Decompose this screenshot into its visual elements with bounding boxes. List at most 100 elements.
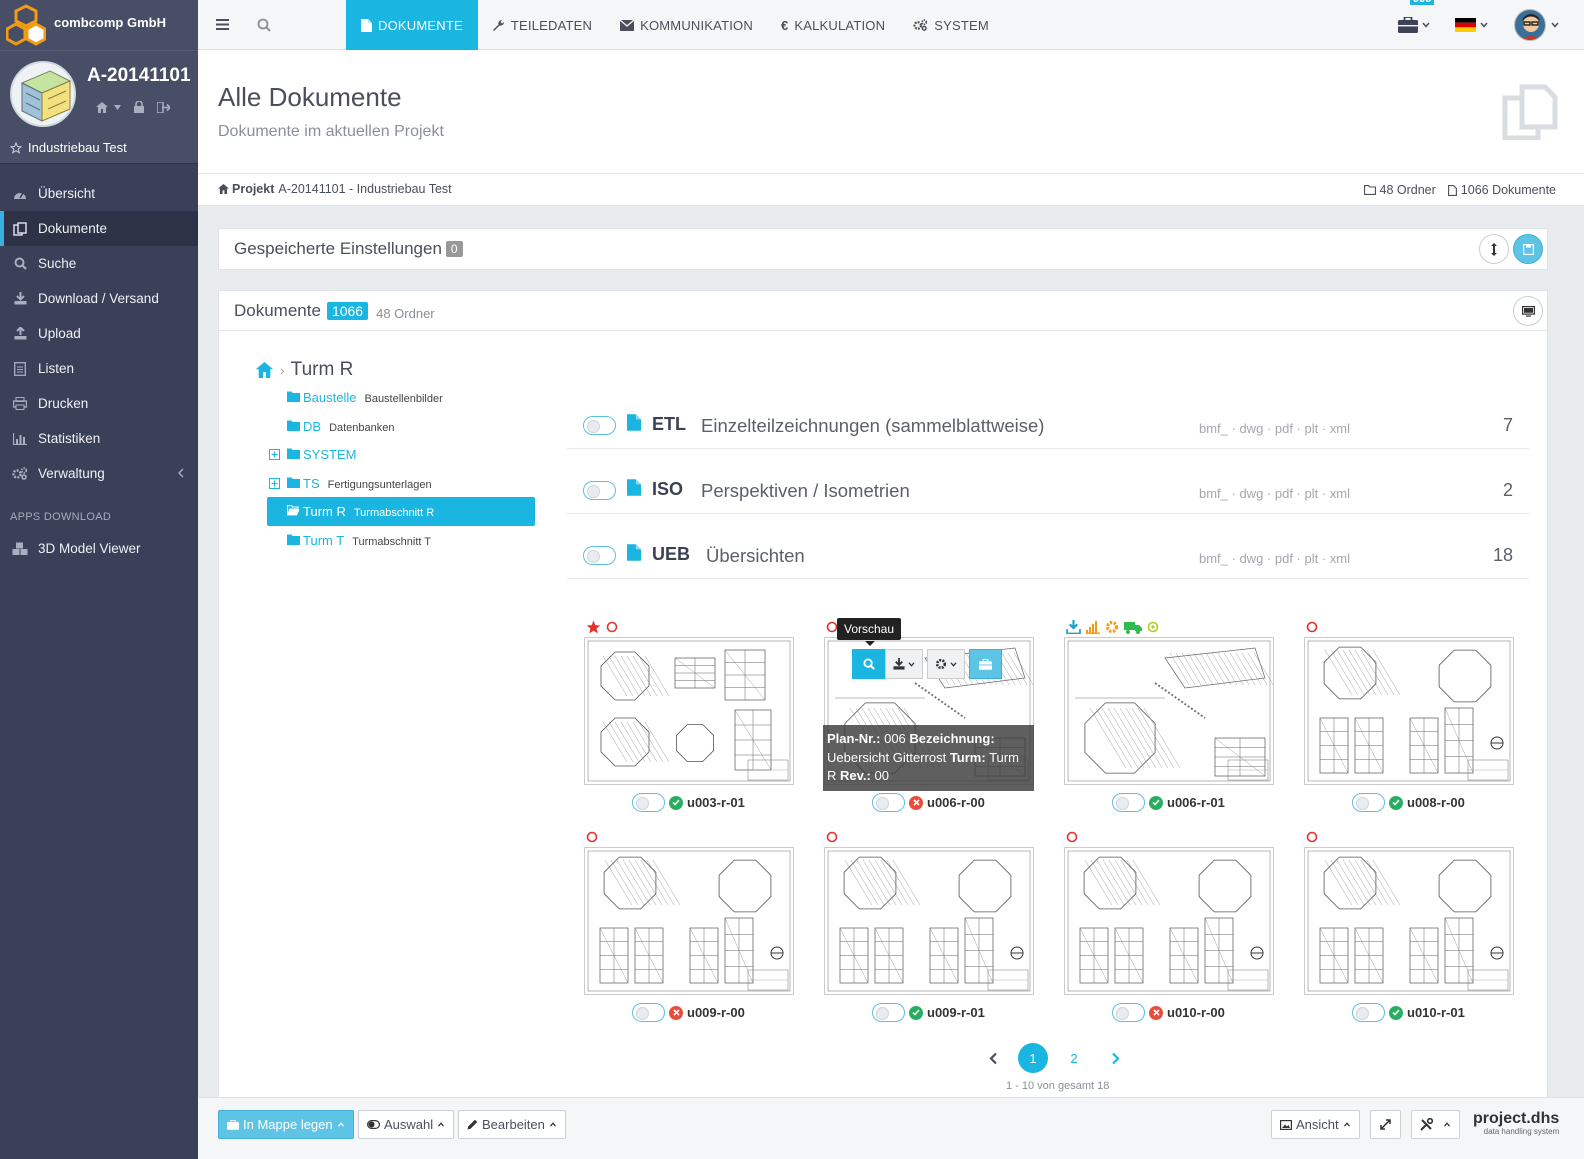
page-1-button[interactable]: 1 [1018,1043,1048,1073]
tab-dokumente[interactable]: DOKUMENTE [346,0,478,50]
sidebar-item-drucken[interactable]: Drucken [0,386,198,421]
sign-out-icon[interactable] [157,101,170,113]
sidebar-item-upload[interactable]: Upload [0,316,198,351]
favorite-star-icon[interactable] [586,620,601,634]
status-circle-icon[interactable] [1306,621,1318,633]
sidebar-item-verwaltung[interactable]: Verwaltung [0,456,198,491]
star-outline-icon[interactable] [10,141,22,154]
card-thumbnail[interactable] [1064,847,1274,995]
save-settings-button[interactable] [1513,234,1543,264]
gear-icon[interactable] [1105,620,1119,634]
user-menu[interactable] [1514,0,1559,50]
sidebar-item-3d-model-viewer[interactable]: 3D Model Viewer [0,531,198,566]
view-button[interactable]: Ansicht [1271,1110,1360,1139]
download-icon[interactable] [1066,620,1081,634]
chevron-left-icon[interactable] [989,1052,998,1065]
tools-button[interactable] [1411,1110,1460,1139]
stack-icon[interactable] [1086,620,1100,634]
sidebar-item-statistiken[interactable]: Statistiken [0,421,198,456]
group-toggle[interactable] [583,481,616,500]
tree-node[interactable]: SYSTEM [267,440,535,469]
doc-group-ueb[interactable]: UEB Übersichten bmf_ · dwg · pdf · plt ·… [567,523,1529,579]
tree-node[interactable]: TS Fertigungsunterlagen [267,469,535,498]
card-name[interactable]: u006-r-01 [1167,795,1225,810]
display-mode-button[interactable] [1513,296,1543,326]
card-thumbnail[interactable] [1304,637,1514,785]
sidebar-item-download[interactable]: Download / Versand [0,281,198,316]
card-select-toggle[interactable] [872,1003,905,1022]
status-circle-icon[interactable] [1066,831,1078,843]
status-circle-icon[interactable] [606,621,618,633]
document-card[interactable]: u009-r-01 [824,829,1034,1024]
sidebar-item-suche[interactable]: Suche [0,246,198,281]
home-icon[interactable] [218,184,229,194]
card-name[interactable]: u010-r-00 [1167,1005,1225,1020]
card-thumbnail[interactable] [824,847,1034,995]
doc-group-iso[interactable]: ISO Perspektiven / Isometrien bmf_ · dwg… [567,458,1529,514]
settings-menu-button[interactable] [927,649,965,679]
card-name[interactable]: u008-r-00 [1407,795,1465,810]
card-name[interactable]: u003-r-01 [687,795,745,810]
document-card[interactable]: u008-r-00 [1304,619,1514,814]
document-card[interactable]: u009-r-00 [584,829,794,1024]
group-toggle[interactable] [583,546,616,565]
status-circle-icon[interactable] [586,831,598,843]
project-name-bar[interactable]: Industriebau Test [0,132,198,164]
card-thumbnail[interactable] [1064,637,1274,785]
expand-plus-icon[interactable] [269,449,280,460]
tree-node[interactable]: Baustelle Baustellenbilder [267,383,535,412]
expand-plus-icon[interactable] [269,477,280,489]
card-name[interactable]: u010-r-01 [1407,1005,1465,1020]
sidebar-item-dokumente[interactable]: Dokumente [0,211,198,246]
target-icon[interactable] [1147,621,1159,633]
doc-group-etl[interactable]: ETL Einzelteilzeichnungen (sammelblattwe… [567,393,1529,449]
menu-toggle-icon[interactable] [216,19,229,30]
language-menu[interactable] [1455,0,1488,50]
edit-button[interactable]: Bearbeiten [458,1110,566,1139]
document-card[interactable]: u010-r-00 [1064,829,1274,1024]
tab-kommunikation[interactable]: KOMMUNIKATION [606,0,767,50]
card-select-toggle[interactable] [632,1003,665,1022]
card-select-toggle[interactable] [1112,1003,1145,1022]
sort-button[interactable] [1479,234,1509,264]
card-select-toggle[interactable] [632,793,665,812]
chevron-right-icon[interactable] [1111,1052,1120,1065]
tab-teiledaten[interactable]: TEILEDATEN [478,0,606,50]
status-circle-icon[interactable] [1306,831,1318,843]
status-circle-icon[interactable] [826,831,838,843]
card-select-toggle[interactable] [1112,793,1145,812]
caret-down-icon[interactable] [114,104,121,110]
card-name[interactable]: u009-r-00 [687,1005,745,1020]
card-thumbnail[interactable] [584,637,794,785]
card-thumbnail[interactable] [584,847,794,995]
add-to-briefcase-button[interactable] [969,649,1002,679]
document-card[interactable]: u003-r-01 [584,619,794,814]
card-select-toggle[interactable] [1352,1003,1385,1022]
preview-button[interactable] [852,649,885,679]
download-menu-button[interactable] [885,649,923,679]
briefcase-menu[interactable]: 995 [1398,0,1435,50]
tree-node[interactable]: Turm T Turmabschnitt T [267,526,535,555]
tab-system[interactable]: SYSTEM [899,0,1003,50]
document-card[interactable]: u010-r-01 [1304,829,1514,1024]
card-name[interactable]: u006-r-00 [927,795,985,810]
sidebar-item-listen[interactable]: Listen [0,351,198,386]
tree-node[interactable]: DB Datenbanken [267,412,535,441]
card-name[interactable]: u009-r-01 [927,1005,985,1020]
breadcrumb-label[interactable]: Projekt [232,182,274,196]
chevron-left-icon[interactable] [178,468,184,478]
page-2-button[interactable]: 2 [1059,1043,1089,1073]
document-card[interactable]: u006-r-01 [1064,619,1274,814]
add-to-folder-button[interactable]: In Mappe legen [218,1110,354,1139]
fullscreen-button[interactable] [1370,1110,1401,1139]
group-toggle[interactable] [583,416,616,435]
lock-icon[interactable] [134,101,144,113]
card-select-toggle[interactable] [872,793,905,812]
card-thumbnail[interactable] [1304,847,1514,995]
tree-node[interactable]: Turm R Turmabschnitt R [267,497,535,526]
tab-kalkulation[interactable]: € KALKULATION [767,0,899,50]
card-select-toggle[interactable] [1352,793,1385,812]
home-icon[interactable] [96,101,108,113]
selection-button[interactable]: Auswahl [358,1110,455,1139]
truck-icon[interactable] [1124,621,1142,634]
